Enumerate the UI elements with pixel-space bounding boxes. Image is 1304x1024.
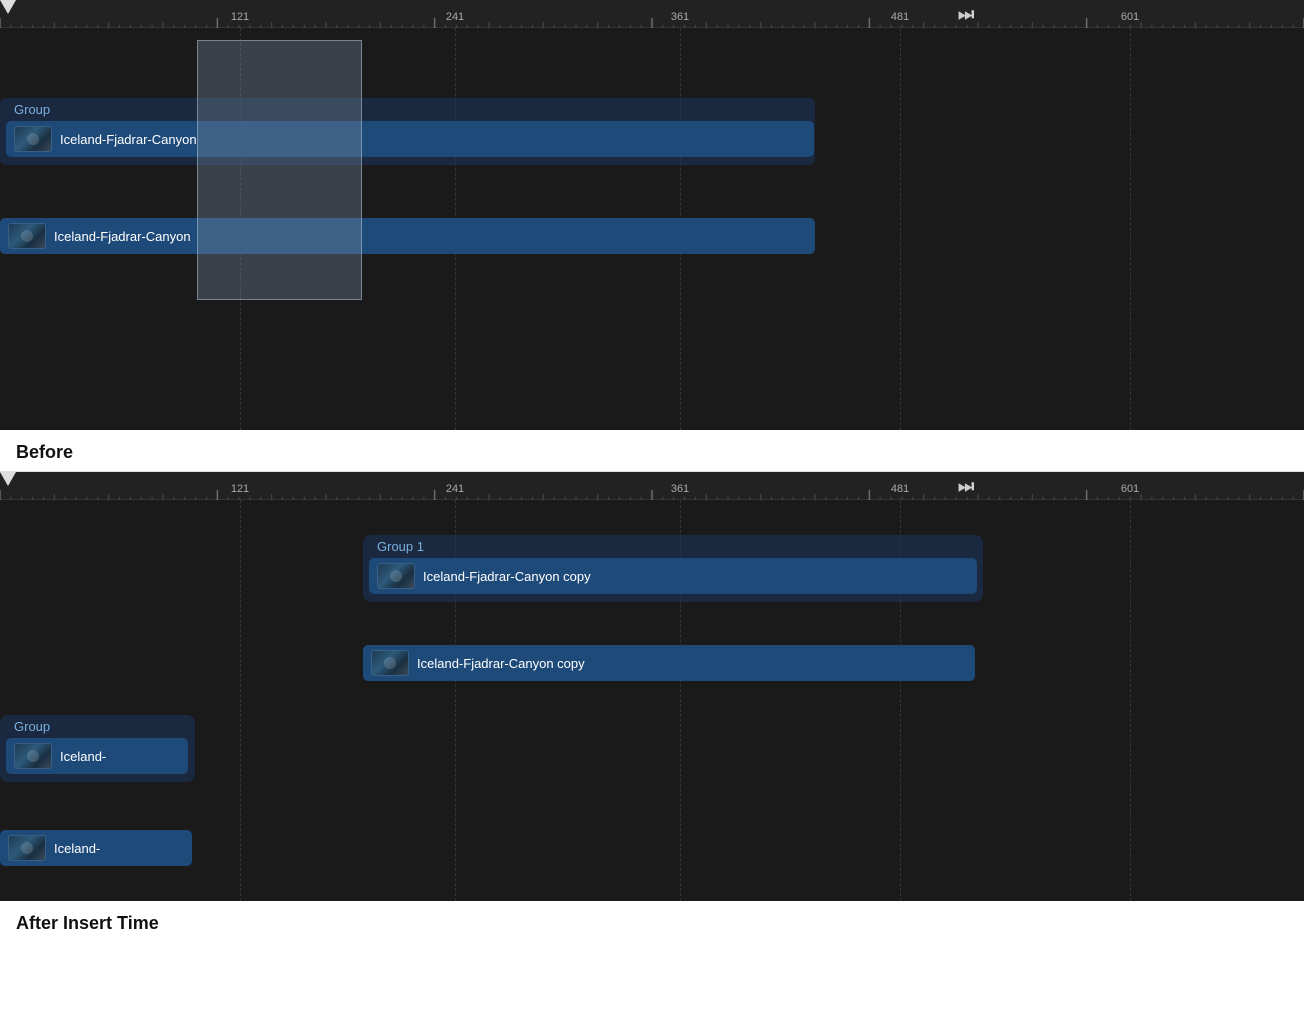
track-area-after: Group 1 Iceland-Fjadrar-Canyon copy Icel… bbox=[0, 500, 1304, 901]
group2-after: Group Iceland- bbox=[0, 715, 195, 782]
group1-label-after: Group 1 bbox=[369, 537, 983, 556]
end-marker-before: ⏭ bbox=[958, 0, 974, 28]
group1-after: Group 1 Iceland-Fjadrar-Canyon copy bbox=[363, 535, 983, 602]
clip2-copy-name: Iceland-Fjadrar-Canyon copy bbox=[417, 656, 585, 671]
timeline-before: 121 241 361 481 601 ⏭ Group Iceland-Fjad… bbox=[0, 0, 1304, 430]
clip2-before[interactable]: Iceland-Fjadrar-Canyon bbox=[0, 218, 815, 254]
clip4-name: Iceland- bbox=[54, 841, 100, 856]
section-label-after: After Insert Time bbox=[0, 901, 1304, 942]
track-area-before: Group Iceland-Fjadrar-Canyon Iceland-Fja… bbox=[0, 28, 1304, 430]
end-marker-after: ⏭ bbox=[958, 472, 974, 500]
clip3-after[interactable]: Iceland- bbox=[6, 738, 188, 774]
section-label-before: Before bbox=[0, 430, 1304, 471]
clip4-thumb bbox=[8, 835, 46, 861]
clip1-before[interactable]: Iceland-Fjadrar-Canyon bbox=[6, 121, 814, 157]
group-container-before: Group Iceland-Fjadrar-Canyon bbox=[0, 98, 815, 165]
clip2-name-before: Iceland-Fjadrar-Canyon bbox=[54, 229, 191, 244]
clip1-copy-after[interactable]: Iceland-Fjadrar-Canyon copy bbox=[369, 558, 977, 594]
ruler-before: 121 241 361 481 601 ⏭ bbox=[0, 0, 1304, 28]
clip2-thumb-before bbox=[8, 223, 46, 249]
clip1-copy-thumb bbox=[377, 563, 415, 589]
clip1-thumb-before bbox=[14, 126, 52, 152]
clip2-copy-after[interactable]: Iceland-Fjadrar-Canyon copy bbox=[363, 645, 975, 681]
clip1-name-before: Iceland-Fjadrar-Canyon bbox=[60, 132, 197, 147]
group2-label-after: Group bbox=[6, 717, 195, 736]
clip3-name: Iceland- bbox=[60, 749, 106, 764]
clip2-copy-thumb bbox=[371, 650, 409, 676]
selection-rect bbox=[197, 40, 362, 300]
group-label-before: Group bbox=[6, 100, 815, 119]
ruler-after: 121 241 361 481 601 ⏭ bbox=[0, 472, 1304, 500]
clip4-after[interactable]: Iceland- bbox=[0, 830, 192, 866]
clip1-copy-name: Iceland-Fjadrar-Canyon copy bbox=[423, 569, 591, 584]
clip3-thumb bbox=[14, 743, 52, 769]
timeline-after: 121 241 361 481 601 ⏭ Group 1 Iceland-Fj… bbox=[0, 471, 1304, 901]
